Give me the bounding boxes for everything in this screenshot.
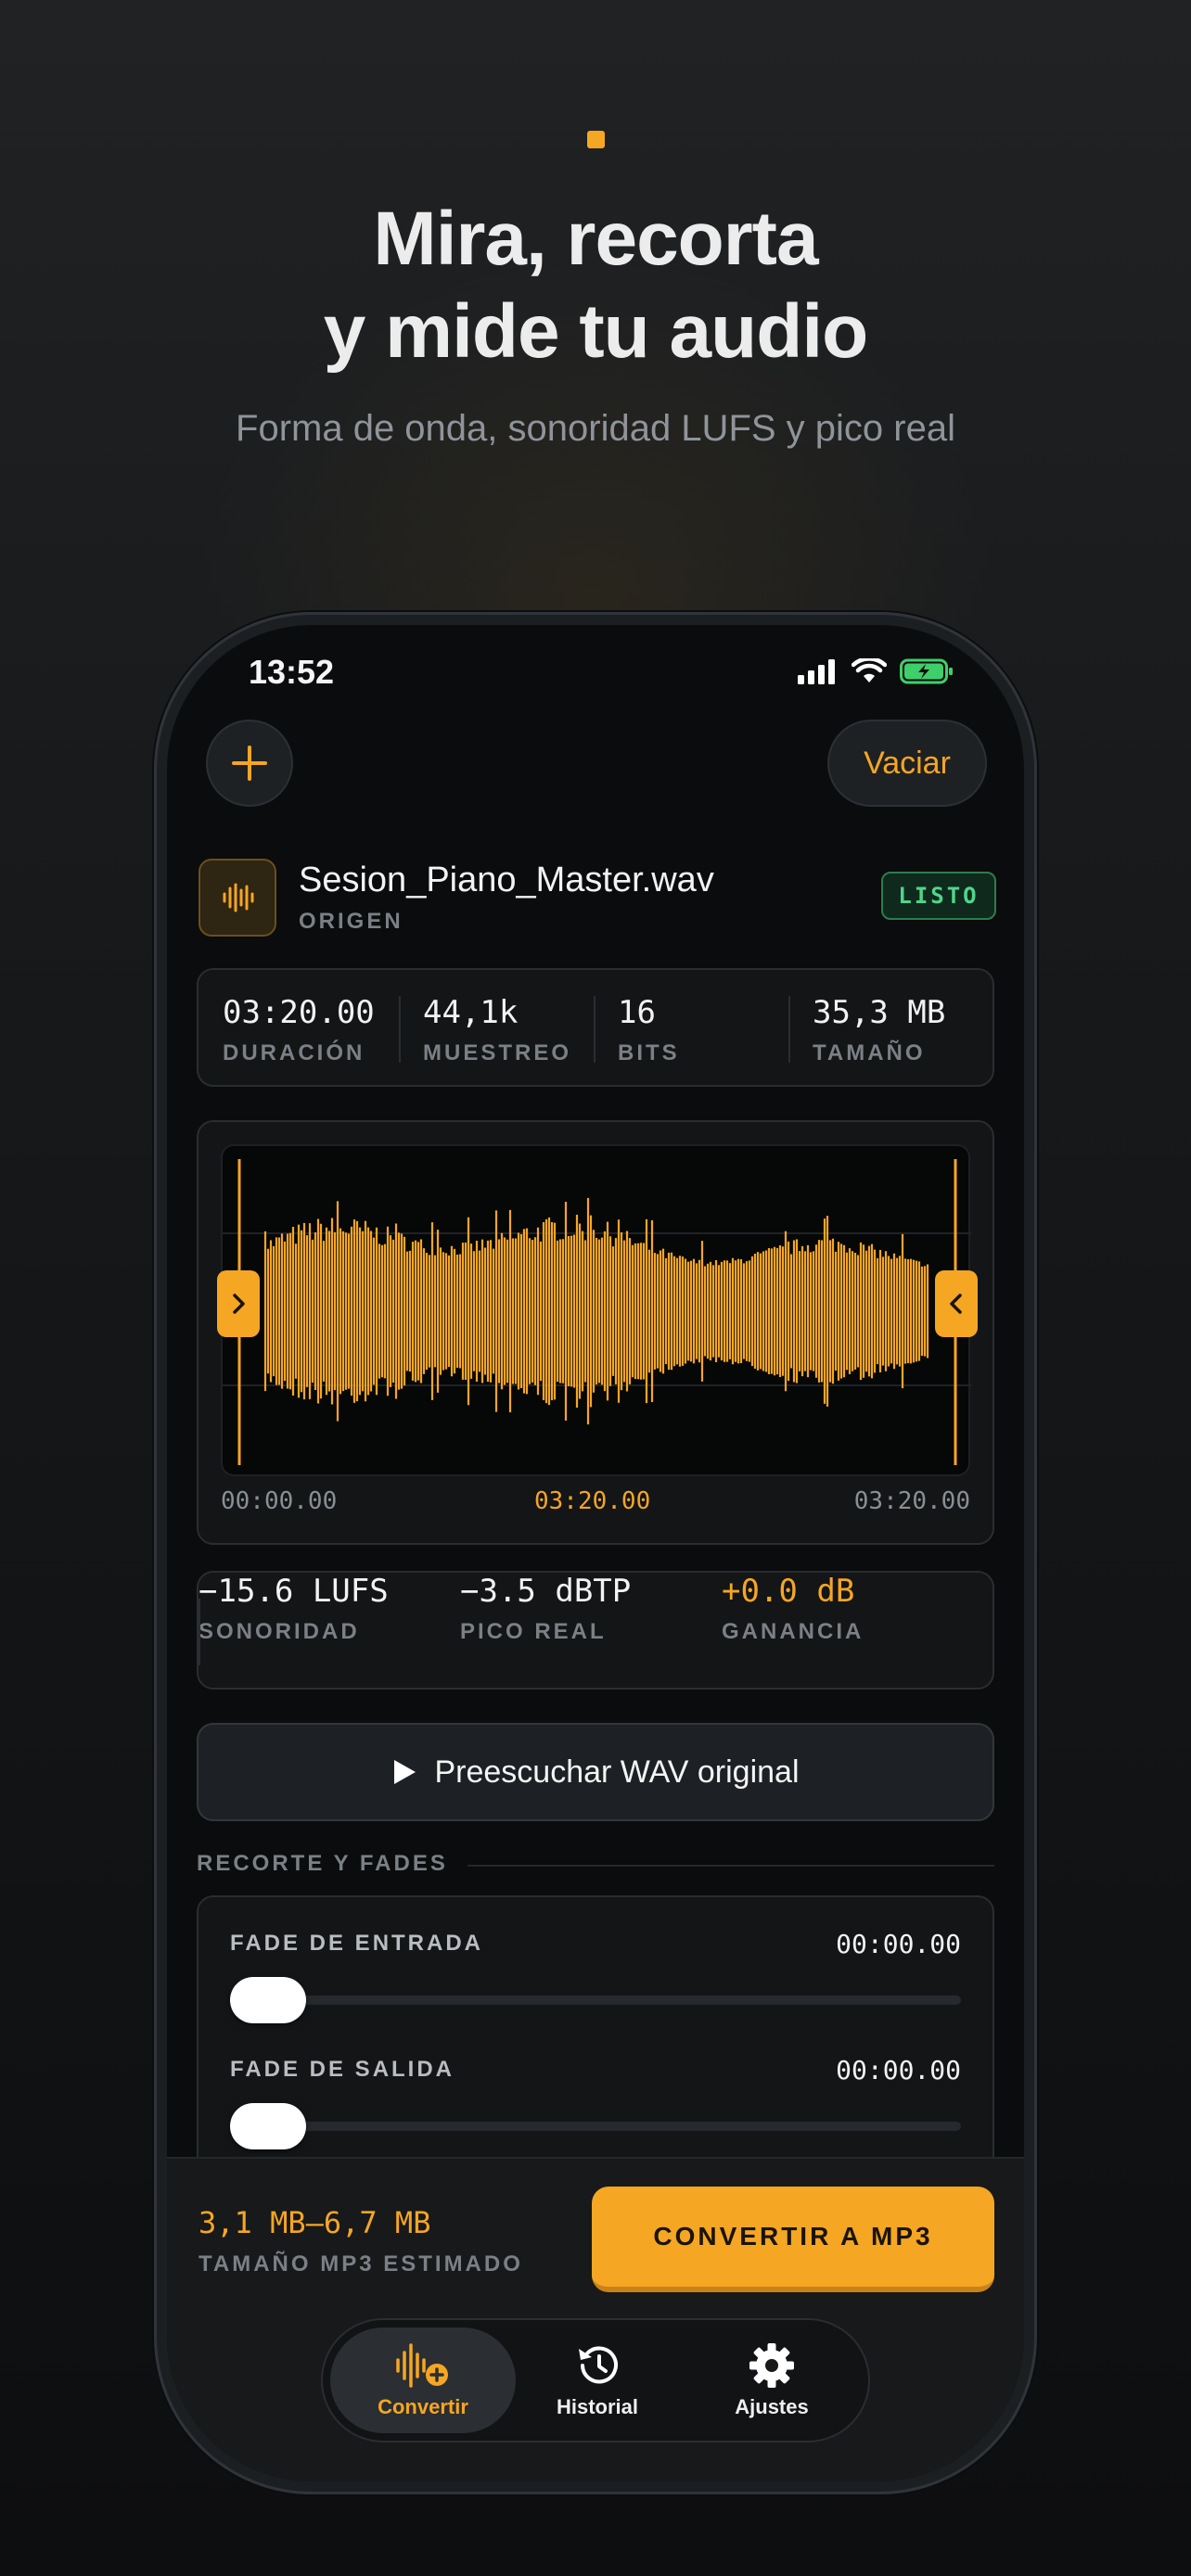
trim-end-handle[interactable] xyxy=(935,1270,978,1337)
fade-out-value: 00:00.00 xyxy=(836,2055,961,2085)
wifi-icon xyxy=(852,658,887,682)
loudness-lufs: −15.6 LUFS SONORIDAD xyxy=(198,1573,460,1688)
trim-start-handle[interactable] xyxy=(217,1270,260,1337)
start-time: 00:00.00 xyxy=(221,1487,338,1515)
fade-out-slider-thumb[interactable] xyxy=(230,2103,306,2149)
hero-headline: Mira, recorta y mide tu audio xyxy=(0,193,1191,378)
fade-in-value: 00:00.00 xyxy=(836,1929,961,1959)
estimated-size-value: 3,1 MB–6,7 MB xyxy=(198,2205,431,2240)
tab-bar: Convertir Historial Ajustes xyxy=(321,2318,870,2442)
status-badge: LISTO xyxy=(881,872,996,920)
tab-label: Ajustes xyxy=(735,2395,809,2418)
preview-label: Preescuchar WAV original xyxy=(434,1753,800,1790)
metadata-value: 35,3 MB xyxy=(813,994,946,1031)
metadata-label: TAMAÑO xyxy=(813,1040,926,1065)
plus-icon xyxy=(232,746,267,781)
loudness-gain: +0.0 dB GANANCIA xyxy=(722,1573,992,1688)
phone-screen: 13:52 Vaciar Sesion_Piano_Master.wav ORI… xyxy=(167,625,1024,2481)
convert-to-mp3-button[interactable]: CONVERTIR A MP3 xyxy=(592,2187,994,2292)
loudness-label: SONORIDAD xyxy=(198,1619,360,1644)
metadata-label: BITS xyxy=(618,1040,680,1065)
history-icon xyxy=(579,2346,618,2384)
fade-in-slider-track[interactable] xyxy=(230,1996,961,2005)
metadata-duration: 03:20.00 DURACIÓN xyxy=(198,970,399,1085)
clear-button[interactable]: Vaciar xyxy=(827,720,987,807)
fade-in-slider-thumb[interactable] xyxy=(230,1977,306,2023)
waveform-add-icon xyxy=(396,2343,448,2388)
loudness-label: PICO REAL xyxy=(460,1619,607,1644)
metadata-size: 35,3 MB TAMAÑO xyxy=(788,970,992,1085)
tab-label: Historial xyxy=(556,2395,639,2418)
loudness-card: −15.6 LUFS SONORIDAD −3.5 dBTP PICO REAL… xyxy=(197,1571,994,1690)
metadata-bits: 16 BITS xyxy=(594,970,788,1085)
gear-icon xyxy=(749,2343,794,2388)
estimated-size-label: TAMAÑO MP3 ESTIMADO xyxy=(198,2251,523,2276)
chevron-left-icon xyxy=(950,1294,962,1314)
cellular-signal-icon xyxy=(798,659,835,684)
accent-dot xyxy=(587,131,605,148)
file-metadata-card: 03:20.00 DURACIÓN 44,1k MUESTREO 16 BITS… xyxy=(197,968,994,1087)
headline-line-2: y mide tu audio xyxy=(323,289,868,374)
metadata-value: 03:20.00 xyxy=(223,994,375,1031)
loudness-true-peak: −3.5 dBTP PICO REAL xyxy=(460,1573,722,1688)
file-name: Sesion_Piano_Master.wav xyxy=(299,861,714,899)
loudness-value: −3.5 dBTP xyxy=(460,1573,632,1610)
fade-in-label: FADE DE ENTRADA xyxy=(230,1931,484,1956)
tab-ajustes[interactable]: Ajustes xyxy=(679,2327,864,2433)
add-file-button[interactable] xyxy=(206,720,293,807)
waveform-icon xyxy=(223,883,254,912)
loudness-value: −15.6 LUFS xyxy=(198,1573,389,1610)
tab-convertir[interactable]: Convertir xyxy=(330,2327,516,2433)
waveform-card: 00:00.00 03:20.00 03:20.00 xyxy=(197,1120,994,1545)
loudness-value: +0.0 dB xyxy=(722,1573,855,1610)
metadata-label: MUESTREO xyxy=(423,1040,572,1065)
battery-charging-icon xyxy=(900,658,953,684)
section-divider xyxy=(467,1865,994,1867)
chevron-right-icon xyxy=(233,1294,245,1314)
loudness-label: GANANCIA xyxy=(722,1619,864,1644)
metadata-value: 44,1k xyxy=(423,994,519,1031)
play-icon xyxy=(394,1760,416,1784)
hero-subtitle: Forma de onda, sonoridad LUFS y pico rea… xyxy=(236,408,955,449)
preview-original-button[interactable]: Preescuchar WAV original xyxy=(197,1723,994,1821)
fade-out-slider-track[interactable] xyxy=(230,2122,961,2131)
fade-out-label: FADE DE SALIDA xyxy=(230,2057,455,2082)
waveform xyxy=(223,1159,972,1465)
waveform-editor[interactable] xyxy=(217,1144,978,1476)
file-role: ORIGEN xyxy=(299,909,403,934)
selection-time: 03:20.00 xyxy=(534,1487,651,1515)
metadata-label: DURACIÓN xyxy=(223,1040,365,1065)
section-title: RECORTE Y FADES xyxy=(197,1851,448,1876)
end-time: 03:20.00 xyxy=(853,1487,970,1515)
metadata-value: 16 xyxy=(618,994,656,1031)
bottom-panel: 3,1 MB–6,7 MB TAMAÑO MP3 ESTIMADO CONVER… xyxy=(167,2157,1024,2481)
metadata-sample-rate: 44,1k MUESTREO xyxy=(399,970,594,1085)
audio-file-icon xyxy=(198,859,276,937)
headline-line-1: Mira, recorta xyxy=(373,197,818,281)
status-time: 13:52 xyxy=(249,653,335,691)
fades-card: FADE DE ENTRADA 00:00.00 FADE DE SALIDA … xyxy=(197,1895,994,2174)
tab-label: Convertir xyxy=(378,2395,468,2418)
tab-historial[interactable]: Historial xyxy=(505,2327,690,2433)
status-icons xyxy=(798,658,954,684)
waveform-timeline: 00:00.00 03:20.00 03:20.00 xyxy=(221,1487,970,1524)
